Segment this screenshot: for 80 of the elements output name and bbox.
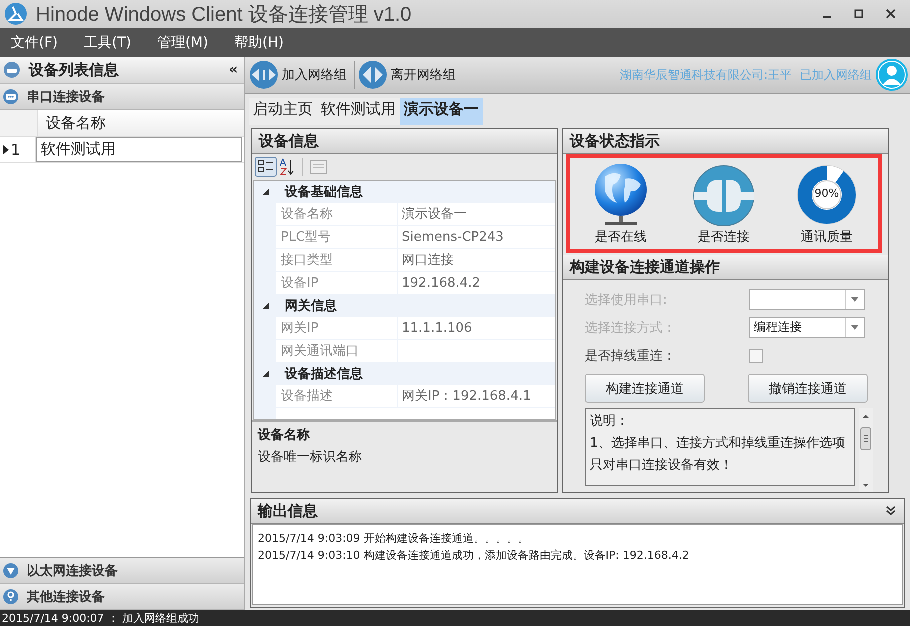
description-title: 设备名称 [258, 427, 311, 444]
menu-item[interactable]: 文件(F) [11, 34, 58, 52]
plug-connector-icon [693, 165, 755, 227]
indicator-label: 是否连接 [698, 229, 750, 246]
expand-icon[interactable] [262, 302, 270, 310]
description-text: 设备唯一标识名称 [258, 449, 363, 466]
note-text: 1、选择串口、连接方式和掉线重连操作选项只对串口连接设备有效！ [590, 435, 846, 475]
group-label: 以太网连接设备 [27, 562, 118, 580]
panel-title: 设备信息 [252, 129, 557, 154]
dropdown-arrow-icon [851, 325, 859, 330]
menu-item[interactable]: 管理(M) [157, 34, 208, 52]
note-text: 说明： [590, 413, 630, 431]
property-value: 网口连接 [402, 252, 454, 269]
property-name: 设备IP [276, 272, 398, 294]
leave-group-button[interactable]: 离开网络组 [358, 58, 460, 92]
property-name: 网关IP [276, 317, 398, 339]
dropdown-arrow-icon [851, 297, 859, 302]
quality-reading: 90% [814, 187, 840, 200]
row-number: 1 [11, 140, 21, 158]
property-name: 设备名称 [276, 203, 398, 225]
property-value: 演示设备一 [402, 206, 467, 223]
property-name: PLC型号 [276, 226, 398, 248]
group-header[interactable]: 以太网连接设备 [0, 558, 244, 584]
property-value: 网关IP：192.168.4.1 [402, 388, 532, 405]
category-label: 网关信息 [285, 298, 337, 315]
chevron-down-icon [3, 562, 19, 578]
checkbox[interactable] [749, 348, 763, 362]
tab[interactable]: 软件测试用 [317, 98, 400, 125]
field-label: 选择使用串口: [585, 292, 668, 308]
status-text: 2015/7/14 9:00:07 ： 加入网络组成功 [2, 610, 200, 626]
property-name: 设备描述 [276, 385, 398, 407]
help-icon [3, 588, 19, 604]
tab[interactable]: 启动主页 [249, 98, 317, 125]
collapse-button[interactable]: « [228, 62, 238, 78]
property-value: 192.168.4.2 [402, 276, 481, 290]
category-label: 设备描述信息 [285, 366, 363, 383]
menu-item[interactable]: 帮助(H) [234, 34, 284, 52]
join-group-button[interactable]: 加入网络组 [249, 58, 351, 92]
network-leave-icon [358, 60, 388, 90]
sidebar-title: 设备列表信息 [29, 60, 120, 80]
field-label: 是否掉线重连： [585, 348, 677, 364]
expand-icon[interactable] [262, 188, 270, 196]
column-header: 设备名称 [38, 110, 244, 136]
categorized-view-icon[interactable] [255, 157, 277, 177]
collapse-down-icon[interactable] [886, 506, 896, 516]
action-button[interactable]: 构建连接通道 [585, 374, 705, 403]
app-logo-icon [4, 2, 28, 26]
table-cell: 软件测试用 [36, 137, 242, 162]
network-join-icon [249, 60, 279, 90]
action-button[interactable]: 撤销连接通道 [748, 374, 868, 403]
group-label: 其他连接设备 [27, 588, 105, 606]
maximize-icon[interactable] [854, 9, 864, 19]
expand-icon[interactable] [262, 370, 270, 378]
tab[interactable]: 演示设备一 [400, 98, 483, 125]
indicator-label: 是否在线 [595, 229, 647, 246]
log-line: 2015/7/14 9:03:09 开始构建设备连接通道。。。。。 [258, 531, 530, 547]
serial-port-icon [3, 88, 19, 104]
category-label: 设备基础信息 [285, 184, 363, 201]
panel-title: 构建设备连接通道操作 [563, 255, 888, 280]
menu-item[interactable]: 工具(T) [84, 34, 132, 52]
indicator-label: 通讯质量 [801, 229, 853, 246]
sort-alphabetical-icon[interactable] [280, 157, 296, 177]
property-name: 接口类型 [276, 249, 398, 271]
field-label: 选择连接方式： [585, 320, 677, 336]
log-line: 2015/7/14 9:03:10 构建设备连接通道成功，添加设备路由完成。设备IP: 192.168.4.2 [258, 548, 690, 564]
window-title: Hinode Windows Client 设备连接管理 v1.0 [36, 2, 413, 28]
group-label: 串口连接设备 [27, 88, 105, 106]
user-info: 湖南华辰智通科技有限公司:王平 [620, 66, 792, 84]
group-header[interactable]: 串口连接设备 [0, 84, 244, 110]
panel-title: 输出信息 [258, 502, 318, 520]
row-header[interactable]: 1 [0, 137, 36, 162]
property-value: 11.1.1.106 [402, 320, 472, 336]
close-icon[interactable] [886, 9, 896, 19]
current-row-icon [3, 144, 9, 154]
network-status: 已加入网络组 [800, 66, 872, 84]
property-value: Siemens-CP243 [402, 230, 504, 244]
group-header[interactable]: 其他连接设备 [0, 584, 244, 610]
property-name: 网关通讯端口 [276, 340, 398, 362]
user-avatar-icon [876, 59, 908, 91]
panel-title: 设备状态指示 [563, 129, 888, 154]
